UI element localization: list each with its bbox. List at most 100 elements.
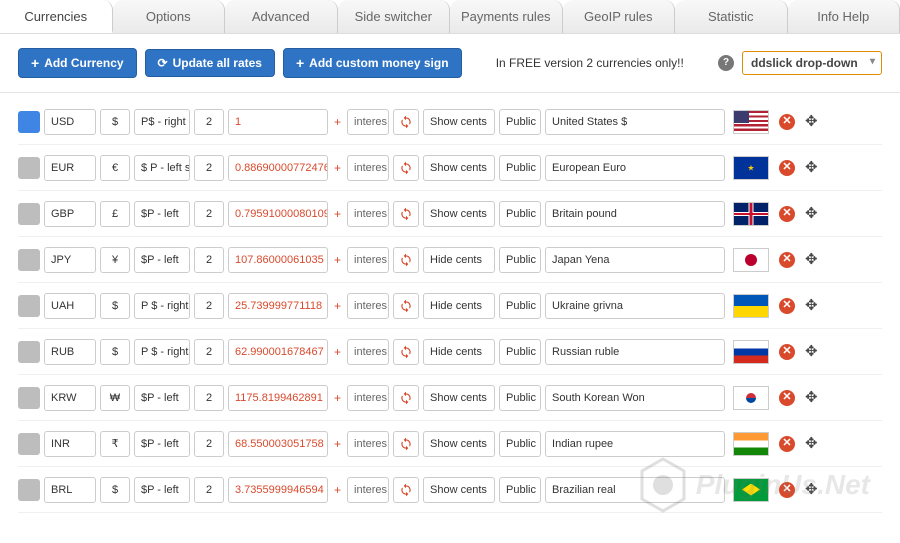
description-input[interactable]: European Euro: [545, 155, 725, 181]
move-icon[interactable]: [803, 343, 821, 361]
cents-select[interactable]: Show cents: [423, 385, 495, 411]
currency-code-input[interactable]: USD: [44, 109, 96, 135]
flag-icon[interactable]: [733, 340, 769, 364]
add-currency-button[interactable]: +Add Currency: [18, 48, 137, 78]
currency-code-input[interactable]: INR: [44, 431, 96, 457]
tab-statistic[interactable]: Statistic: [675, 0, 788, 33]
interest-input[interactable]: interes: [347, 477, 389, 503]
flag-icon[interactable]: [733, 386, 769, 410]
visibility-select[interactable]: Public: [499, 155, 541, 181]
refresh-rate-button[interactable]: [393, 201, 419, 227]
tab-advanced[interactable]: Advanced: [225, 0, 338, 33]
currency-code-input[interactable]: UAH: [44, 293, 96, 319]
decimals-input[interactable]: 2: [194, 109, 224, 135]
drag-handle[interactable]: [18, 341, 40, 363]
flag-icon[interactable]: [733, 432, 769, 456]
symbol-position-select[interactable]: P $ - right: [134, 339, 190, 365]
visibility-select[interactable]: Public: [499, 109, 541, 135]
currency-symbol-input[interactable]: $: [100, 109, 130, 135]
currency-symbol-input[interactable]: $: [100, 339, 130, 365]
description-input[interactable]: South Korean Won: [545, 385, 725, 411]
refresh-rate-button[interactable]: [393, 293, 419, 319]
description-input[interactable]: Brazilian real: [545, 477, 725, 503]
decimals-input[interactable]: 2: [194, 431, 224, 457]
refresh-rate-button[interactable]: [393, 477, 419, 503]
delete-button[interactable]: ✕: [779, 482, 795, 498]
flag-icon[interactable]: [733, 248, 769, 272]
currency-symbol-input[interactable]: ₹: [100, 431, 130, 457]
interest-input[interactable]: interes: [347, 385, 389, 411]
symbol-position-select[interactable]: $P - left: [134, 385, 190, 411]
currency-symbol-input[interactable]: ₩: [100, 385, 130, 411]
move-icon[interactable]: [803, 481, 821, 499]
description-input[interactable]: Indian rupee: [545, 431, 725, 457]
rate-input[interactable]: 0.88690000772476: [228, 155, 328, 181]
move-icon[interactable]: [803, 389, 821, 407]
move-icon[interactable]: [803, 435, 821, 453]
description-input[interactable]: Ukraine grivna: [545, 293, 725, 319]
tab-geoip-rules[interactable]: GeoIP rules: [563, 0, 676, 33]
decimals-input[interactable]: 2: [194, 293, 224, 319]
delete-button[interactable]: ✕: [779, 390, 795, 406]
move-icon[interactable]: [803, 113, 821, 131]
cents-select[interactable]: Hide cents: [423, 339, 495, 365]
cents-select[interactable]: Hide cents: [423, 247, 495, 273]
cents-select[interactable]: Show cents: [423, 109, 495, 135]
interest-input[interactable]: interes: [347, 155, 389, 181]
decimals-input[interactable]: 2: [194, 201, 224, 227]
rate-input[interactable]: 3.7355999946594: [228, 477, 328, 503]
add-rate-icon[interactable]: +: [332, 391, 343, 405]
refresh-rate-button[interactable]: [393, 109, 419, 135]
symbol-position-select[interactable]: $P - left: [134, 477, 190, 503]
flag-icon[interactable]: [733, 110, 769, 134]
interest-input[interactable]: interes: [347, 201, 389, 227]
visibility-select[interactable]: Public: [499, 247, 541, 273]
flag-icon[interactable]: [733, 294, 769, 318]
visibility-select[interactable]: Public: [499, 477, 541, 503]
add-rate-icon[interactable]: +: [332, 437, 343, 451]
visibility-select[interactable]: Public: [499, 431, 541, 457]
interest-input[interactable]: interes: [347, 109, 389, 135]
delete-button[interactable]: ✕: [779, 252, 795, 268]
flag-icon[interactable]: [733, 202, 769, 226]
currency-symbol-input[interactable]: €: [100, 155, 130, 181]
rate-input[interactable]: 25.739999771118: [228, 293, 328, 319]
cents-select[interactable]: Show cents: [423, 155, 495, 181]
symbol-position-select[interactable]: $P - left: [134, 247, 190, 273]
drag-handle[interactable]: [18, 203, 40, 225]
flag-icon[interactable]: [733, 156, 769, 180]
rate-input[interactable]: 68.550003051758: [228, 431, 328, 457]
decimals-input[interactable]: 2: [194, 339, 224, 365]
interest-input[interactable]: interes: [347, 293, 389, 319]
currency-symbol-input[interactable]: $: [100, 293, 130, 319]
tab-options[interactable]: Options: [113, 0, 226, 33]
tab-payments-rules[interactable]: Payments rules: [450, 0, 563, 33]
currency-code-input[interactable]: RUB: [44, 339, 96, 365]
update-rates-button[interactable]: ⟳Update all rates: [145, 49, 275, 77]
decimals-input[interactable]: 2: [194, 477, 224, 503]
refresh-rate-button[interactable]: [393, 155, 419, 181]
add-rate-icon[interactable]: +: [332, 115, 343, 129]
visibility-select[interactable]: Public: [499, 293, 541, 319]
interest-input[interactable]: interes: [347, 247, 389, 273]
currency-symbol-input[interactable]: ¥: [100, 247, 130, 273]
currency-symbol-input[interactable]: $: [100, 477, 130, 503]
interest-input[interactable]: interes: [347, 431, 389, 457]
drag-handle[interactable]: [18, 433, 40, 455]
drag-handle[interactable]: [18, 479, 40, 501]
cents-select[interactable]: Hide cents: [423, 293, 495, 319]
refresh-rate-button[interactable]: [393, 339, 419, 365]
interest-input[interactable]: interes: [347, 339, 389, 365]
add-rate-icon[interactable]: +: [332, 207, 343, 221]
delete-button[interactable]: ✕: [779, 344, 795, 360]
drag-handle[interactable]: [18, 295, 40, 317]
rate-input[interactable]: 107.86000061035: [228, 247, 328, 273]
currency-code-input[interactable]: GBP: [44, 201, 96, 227]
currency-code-input[interactable]: EUR: [44, 155, 96, 181]
add-custom-sign-button[interactable]: +Add custom money sign: [283, 48, 462, 78]
delete-button[interactable]: ✕: [779, 160, 795, 176]
move-icon[interactable]: [803, 159, 821, 177]
description-input[interactable]: Japan Yena: [545, 247, 725, 273]
symbol-position-select[interactable]: $ P - left s: [134, 155, 190, 181]
add-rate-icon[interactable]: +: [332, 483, 343, 497]
